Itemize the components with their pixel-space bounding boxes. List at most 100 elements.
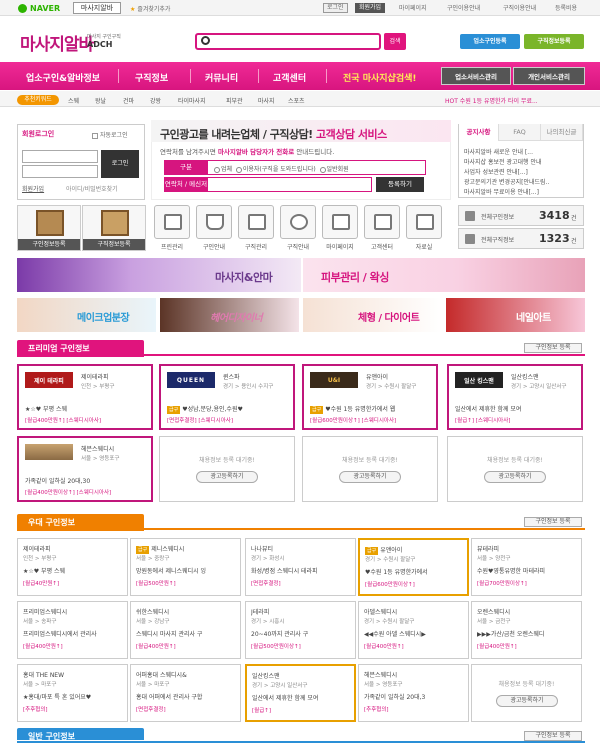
- company-service-button[interactable]: 업소서비스관리: [441, 67, 511, 85]
- ad-register-button[interactable]: 광고등록하기: [196, 471, 258, 483]
- card-pay: [월급400만원↑]: [364, 644, 404, 650]
- hot-ticker[interactable]: HOT 수원 1등 유명한가 타이 무료...: [445, 96, 585, 105]
- mypage-link[interactable]: 마이페이지: [399, 3, 427, 12]
- keyword-item[interactable]: 타이마사지: [178, 96, 206, 105]
- search-button[interactable]: 검색: [384, 33, 406, 50]
- guide-job-link[interactable]: 구직이용안내: [503, 3, 536, 12]
- excellent-card[interactable]: 헤븐스웨디시 서울 > 영등포구 가족같이 일하실 20대,3 [추후협의]: [358, 664, 469, 722]
- consult-sub-b: 마사지알바 담당자가 전화로: [217, 148, 295, 156]
- radio-icon: [214, 166, 220, 173]
- excellent-card[interactable]: 아델스웨디시 경기 > 수원시 팔달구 ◀◀수원 아델 스웨디시▶ [월급400만원↑…: [358, 601, 469, 659]
- premium-card[interactable]: 제이 테라피 제이테라피 인천 > 부평구 ★☆♥ 부평 스웨 [월급400만원…: [17, 364, 153, 430]
- keyword-item[interactable]: 스포츠: [288, 96, 305, 105]
- company-register-button[interactable]: 업소구인등록: [460, 34, 520, 49]
- ad-register-button[interactable]: 광고등록하기: [484, 471, 546, 483]
- nav-support[interactable]: 고객센터: [273, 71, 306, 84]
- id-input[interactable]: [22, 150, 98, 163]
- favorite-link[interactable]: ★ 즐겨찾기추가: [130, 4, 170, 13]
- document-icon: [101, 210, 129, 236]
- nav-shop-search[interactable]: 전국 마사지샵검색!: [343, 71, 416, 84]
- nav-recruit[interactable]: 업소구인&알바정보: [26, 71, 100, 84]
- keyword-item[interactable]: 피부관: [226, 96, 243, 105]
- excellent-card[interactable]: J테라피 경기 > 시흥시 20~40까지 관리사 구 [월급500만원이상↑]: [245, 601, 356, 659]
- tab-faq[interactable]: FAQ: [499, 124, 541, 141]
- excellent-card[interactable]: 어퍼홍대 스웨디시& 서울 > 마포구 홍대 어퍼에서 관리사 구합 [면접후결정]: [130, 664, 241, 722]
- radio-user[interactable]: 이용자(구직을 도와드립니다): [235, 166, 316, 173]
- banner-skin[interactable]: 피부관리 / 왁싱: [303, 258, 585, 292]
- join-link[interactable]: 회원가입: [355, 3, 386, 13]
- excellent-card[interactable]: 급구 유앤아이 경기 > 수원시 팔달구 ♥수원 1등 유명한가에서 [월급600만원이…: [358, 538, 469, 596]
- excellent-register-button[interactable]: 구인정보 등록: [524, 517, 582, 527]
- excellent-card[interactable]: 나나뷰티 경기 > 화성시 화성/병점 스웨디시 테라피 [면접후결정]: [245, 538, 356, 596]
- excellent-card[interactable]: 오렌스웨디시 서울 > 금천구 ▶▶▶가산/금천 오렌스웨디 [월급400만원↑]: [471, 601, 582, 659]
- quick-job-manage[interactable]: [238, 205, 274, 239]
- excellent-card[interactable]: 일산킹스맨 경기 > 고양시 일산서구 일산에서 제휴한 함께 모여 [월급↑]: [245, 664, 356, 722]
- excellent-card[interactable]: 홍대 THE NEW 서울 > 마포구 ★홍대/마포 특 혼 있어요♥ [추후협의]: [17, 664, 128, 722]
- quick-recruit-register[interactable]: 구인정보등록: [17, 205, 81, 251]
- personal-service-button[interactable]: 개인서비스관리: [513, 67, 585, 85]
- card-name: 유앤아이: [366, 374, 389, 381]
- consult-register-button[interactable]: 등록하기: [376, 177, 424, 192]
- premium-register-button[interactable]: 구인정보 등록: [524, 343, 582, 353]
- nav-job[interactable]: 구직정보: [135, 71, 168, 84]
- password-input[interactable]: [22, 165, 98, 178]
- join-link[interactable]: 회원가입: [22, 184, 44, 193]
- auto-login-checkbox[interactable]: 자동로그인: [92, 130, 128, 139]
- banner-makeup[interactable]: 메이크업분장: [17, 298, 156, 332]
- login-link[interactable]: 로그인: [323, 3, 348, 13]
- quick-guide[interactable]: [196, 205, 232, 239]
- banner-massage[interactable]: 마사지&안마: [17, 258, 301, 292]
- login-button[interactable]: 로그인: [101, 150, 139, 178]
- tab-my-posts[interactable]: 나의최신글: [541, 124, 583, 141]
- premium-card[interactable]: 헤븐스웨디시 서울 > 영등포구 가족같이 일하실 20대,30 [월급400만…: [17, 436, 153, 502]
- quick-recruit-label: 구인정보등록: [18, 239, 80, 250]
- radio-company[interactable]: 업체: [214, 166, 232, 173]
- card-desc: 가족같이 일하실 20대,3: [364, 694, 426, 701]
- keyword-item[interactable]: 건마: [123, 96, 134, 105]
- banner-nail[interactable]: 네일아트: [446, 298, 585, 332]
- resume-register-button[interactable]: 구직정보등록: [524, 34, 584, 49]
- tab-notice[interactable]: 공지사항: [459, 124, 499, 141]
- urgent-badge: 급구: [167, 406, 181, 414]
- notice-item[interactable]: 광고문의기관 변경공지[안내드림..: [464, 177, 580, 186]
- radio-member[interactable]: 일반회원: [319, 166, 349, 173]
- site-logo[interactable]: 마사지알바: [20, 30, 94, 55]
- premium-card[interactable]: QUEEN 퀸스파 경기 > 용인시 수지구 급구 ♥성남,분당,용인,수원♥ […: [159, 364, 295, 430]
- keyword-item[interactable]: 마사지: [258, 96, 275, 105]
- fee-link[interactable]: 등록비용: [555, 3, 577, 12]
- keyword-item[interactable]: 스웨: [68, 96, 79, 105]
- keyword-item[interactable]: 강왕: [150, 96, 161, 105]
- quick-job-guide[interactable]: [280, 205, 316, 239]
- urgent-badge: 급구: [310, 406, 324, 414]
- quick-resume-register[interactable]: 구직정보등록: [82, 205, 146, 251]
- excellent-card[interactable]: 급구 제니스웨디시 서울 > 중랑구 망원동에서 제니스웨디시 잉 [월급500만원↑]: [130, 538, 241, 596]
- card-location: 경기 > 고양시 일산서구: [252, 683, 308, 689]
- notice-item[interactable]: 마사지알바 새로운 안내 [...: [464, 147, 580, 156]
- banner-skin-label: 피부관리 / 왁싱: [321, 271, 389, 284]
- excellent-card[interactable]: 뷰테라피 서울 > 양천구 수원♥영통유명한 마테라피 [월급700만원이상↑]: [471, 538, 582, 596]
- guide-recruit-link[interactable]: 구인이용안내: [447, 3, 480, 12]
- notice-item[interactable]: 마사지샵 홍보전 광고대행 안내: [464, 157, 580, 166]
- ad-register-button[interactable]: 광고등록하기: [496, 695, 558, 707]
- find-account-link[interactable]: 아이디/비밀번호찾기: [66, 184, 118, 193]
- excellent-card[interactable]: 프리미엄스웨디시 서울 > 송파구 프리미엄스웨디시에서 관리사 [월급400만원↑]: [17, 601, 128, 659]
- excellent-card[interactable]: 제이테라피 인천 > 부평구 ★☆♥ 부평 스웨 [월급40만원↑]: [17, 538, 128, 596]
- masaji-tab[interactable]: 마사지알바: [73, 2, 121, 14]
- naver-link[interactable]: NAVER: [18, 3, 60, 13]
- excellent-card[interactable]: 쉬한스웨디시 서울 > 강남구 스웨디시 마사지 관리사 구 [월급400만원↑]: [130, 601, 241, 659]
- notice-item[interactable]: 마사지알바 무료이용 안내[...]: [464, 187, 580, 196]
- quick-print[interactable]: [154, 205, 190, 239]
- search-input[interactable]: [195, 33, 381, 50]
- notice-item[interactable]: 사업자 성보관련 안내[...]: [464, 167, 580, 176]
- ad-register-button[interactable]: 광고등록하기: [339, 471, 401, 483]
- keyword-item[interactable]: 왕날: [95, 96, 106, 105]
- quick-archive[interactable]: [406, 205, 442, 239]
- banner-diet[interactable]: 체형 / 다이어트: [303, 298, 442, 332]
- quick-support[interactable]: [364, 205, 400, 239]
- premium-card[interactable]: U&I 유앤아이 경기 > 수원시 팔달구 급구 ♥수원 1등 유명한가에서 웹 …: [302, 364, 438, 430]
- premium-card[interactable]: 일산 킹스맨 일산킹스맨 경기 > 고양시 일산서구 일산에서 제휴한 함께 모…: [447, 364, 583, 430]
- banner-hair[interactable]: 헤어디자이너: [160, 298, 299, 332]
- nav-community[interactable]: 커뮤니티: [205, 71, 238, 84]
- card-name: 나나뷰티: [251, 544, 351, 553]
- quick-mypage[interactable]: [322, 205, 358, 239]
